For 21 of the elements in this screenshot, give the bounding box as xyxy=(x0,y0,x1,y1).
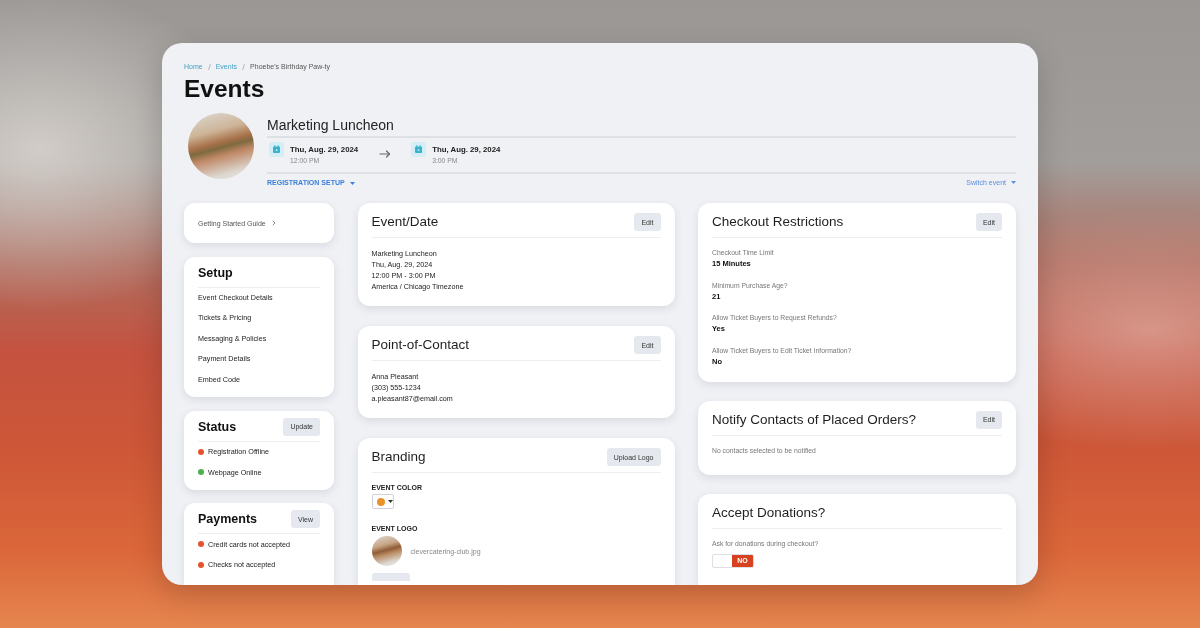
chevron-right-icon xyxy=(271,220,276,226)
caret-down-icon xyxy=(1011,181,1016,184)
card-title: Notify Contacts of Placed Orders? xyxy=(712,410,917,429)
caret-down-icon xyxy=(349,181,355,185)
calendar-icon xyxy=(269,142,284,157)
photo-placeholder xyxy=(371,536,402,566)
caret-down-icon xyxy=(387,500,393,503)
card-title: Payments xyxy=(198,511,258,528)
card-title: Status xyxy=(198,418,237,436)
card-title: Checkout Restrictions xyxy=(712,213,844,231)
color-picker[interactable] xyxy=(371,494,394,509)
card-title: Setup xyxy=(198,264,233,282)
card-title: Event/Date xyxy=(371,213,439,231)
card-title: Branding xyxy=(371,448,426,466)
color-swatch-icon xyxy=(376,497,385,506)
event-name: Marketing Luncheon xyxy=(267,116,394,134)
arrow-right-icon xyxy=(379,150,392,158)
card-title: Accept Donations? xyxy=(712,503,826,522)
page-title: Events xyxy=(184,75,265,103)
card-title: Point-of-Contact xyxy=(371,336,470,354)
calendar-icon xyxy=(411,142,427,157)
